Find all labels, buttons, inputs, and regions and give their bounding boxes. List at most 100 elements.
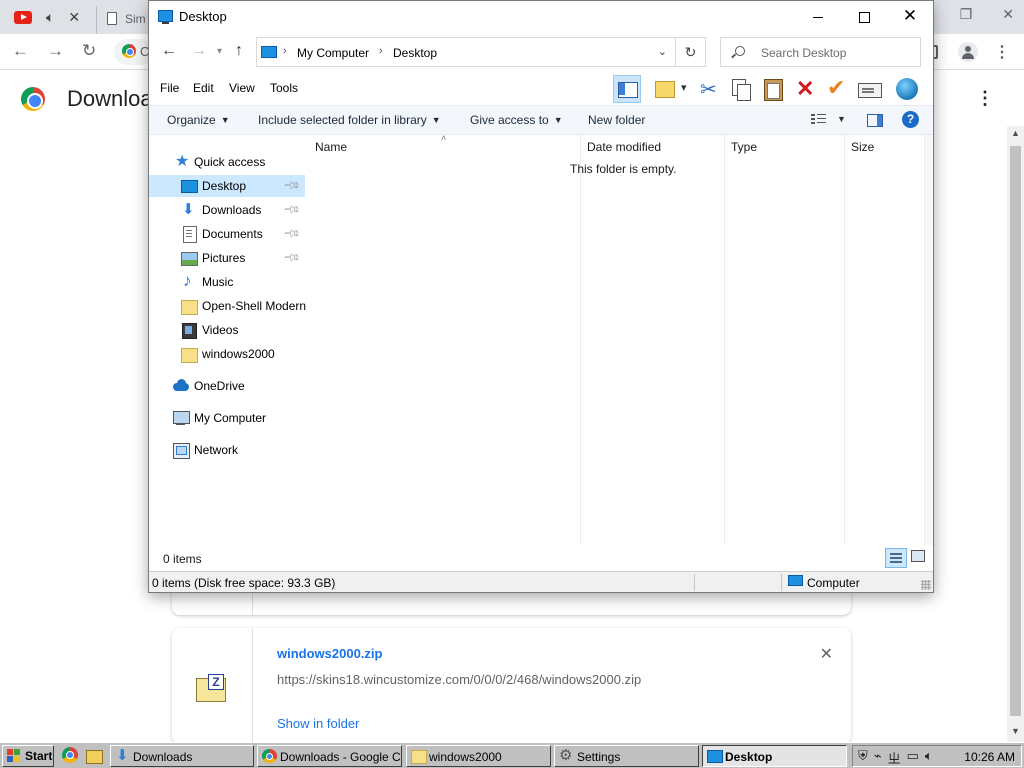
globe-icon[interactable] — [893, 75, 921, 103]
nav-open-shell-modern[interactable]: Open-Shell Modern — [149, 295, 306, 317]
file-list[interactable]: ˄ Name Date modified Type Size This fold… — [309, 133, 925, 545]
clock[interactable]: 10:26 AM — [964, 750, 1015, 764]
view-dropdown-icon[interactable]: ▼ — [837, 114, 846, 124]
menu-edit[interactable]: Edit — [193, 81, 214, 95]
show-in-folder-link[interactable]: Show in folder — [277, 716, 359, 731]
nav-pictures[interactable]: Pictures 📌︎ — [149, 247, 305, 269]
breadcrumb-my-computer[interactable]: My Computer — [297, 46, 369, 60]
nav-onedrive[interactable]: OneDrive — [149, 375, 305, 397]
address-dropdown-icon[interactable]: ⌄ — [658, 45, 667, 58]
menu-file[interactable]: File — [160, 81, 179, 95]
pin-icon[interactable]: 📌︎ — [282, 248, 301, 267]
display-icon[interactable]: ▭ — [907, 748, 919, 767]
change-view-icon[interactable] — [811, 113, 827, 126]
maximize-button[interactable] — [841, 1, 887, 32]
back-icon[interactable]: ← — [161, 42, 177, 60]
breadcrumb-chevron-icon[interactable]: › — [379, 45, 383, 57]
column-name[interactable]: ˄ Name — [309, 133, 581, 545]
start-button[interactable]: Start — [2, 745, 54, 767]
forward-icon[interactable]: → — [47, 41, 64, 61]
task-settings[interactable]: Settings — [554, 745, 699, 767]
quicklaunch-chrome-icon[interactable] — [62, 747, 78, 763]
column-date-modified[interactable]: Date modified — [581, 135, 725, 545]
task-windows2000[interactable]: windows2000 — [406, 745, 551, 767]
new-folder-button[interactable]: New folder — [588, 113, 645, 127]
properties-icon[interactable] — [855, 75, 883, 103]
nav-desktop[interactable]: Desktop 📌︎ — [149, 175, 305, 197]
details-view-icon[interactable] — [885, 548, 907, 568]
profile-avatar-icon[interactable] — [958, 42, 978, 62]
organize-button[interactable]: Organize ▼ — [167, 113, 230, 127]
remove-download-icon[interactable]: ✕ — [820, 644, 833, 664]
tab-close-icon[interactable]: ✕ — [68, 9, 80, 25]
ime-icon[interactable]: ㄓ — [888, 748, 901, 767]
give-access-button[interactable]: Give access to ▼ — [470, 113, 563, 127]
reload-icon[interactable]: ↻ — [82, 41, 96, 61]
search-box[interactable]: Search Desktop — [720, 37, 921, 67]
chrome-tab-2[interactable]: Sim — [96, 6, 156, 34]
volume-icon[interactable]: 🔈︎ — [925, 748, 933, 767]
menu-tools[interactable]: Tools — [270, 81, 298, 95]
column-header-name[interactable]: Name — [315, 140, 347, 154]
navigation-pane-icon[interactable] — [613, 75, 641, 103]
quicklaunch-explorer-icon[interactable] — [86, 747, 103, 764]
page-scrollbar[interactable]: ▲ ▼ — [1007, 126, 1024, 742]
chrome-menu-icon[interactable]: ⋮ — [994, 42, 1010, 62]
paste-icon[interactable] — [759, 75, 787, 103]
pin-icon[interactable]: 📌︎ — [282, 176, 301, 195]
close-button[interactable]: ✕ — [887, 1, 933, 32]
column-size[interactable]: Size — [845, 135, 925, 545]
up-icon[interactable]: ↑ — [235, 42, 243, 60]
resize-grip-icon[interactable] — [921, 580, 931, 590]
delete-icon[interactable] — [791, 75, 819, 103]
task-desktop[interactable]: Desktop — [702, 745, 847, 767]
speaker-icon[interactable]: 🔈︎ — [46, 9, 54, 25]
explorer-titlebar[interactable]: Desktop ✕ — [149, 1, 933, 32]
pin-icon[interactable]: 📌︎ — [282, 224, 301, 243]
network-off-icon[interactable]: ⌁ — [874, 748, 882, 767]
column-header-size[interactable]: Size — [851, 140, 874, 154]
menu-view[interactable]: View — [229, 81, 255, 95]
scroll-down-icon[interactable]: ▼ — [1011, 726, 1020, 736]
nav-downloads[interactable]: Downloads 📌︎ — [149, 199, 305, 221]
refresh-button[interactable]: ↻ — [676, 37, 706, 67]
column-header-date[interactable]: Date modified — [587, 140, 661, 154]
column-type[interactable]: Type — [725, 135, 845, 545]
help-icon[interactable]: ? — [902, 111, 919, 128]
task-downloads[interactable]: Downloads — [110, 745, 254, 767]
shield-icon[interactable]: ⛨ — [858, 748, 868, 767]
nav-music[interactable]: Music — [149, 271, 305, 293]
pin-icon[interactable]: 📌︎ — [282, 200, 301, 219]
back-icon[interactable]: ← — [12, 41, 29, 61]
chrome-tab-1[interactable]: 🔈︎ ✕ — [14, 9, 80, 25]
check-icon[interactable] — [823, 75, 851, 103]
folder-options-icon[interactable] — [651, 75, 691, 103]
breadcrumb-desktop[interactable]: Desktop — [393, 46, 437, 60]
copy-icon[interactable] — [727, 75, 755, 103]
column-header-type[interactable]: Type — [731, 140, 757, 154]
nav-videos[interactable]: Videos — [149, 319, 305, 341]
address-bar[interactable]: › My Computer › Desktop ⌄ — [256, 37, 676, 67]
close-icon[interactable]: ✕ — [1002, 6, 1014, 23]
breadcrumb-chevron-icon[interactable]: › — [283, 45, 287, 57]
include-library-button[interactable]: Include selected folder in library ▼ — [258, 113, 441, 127]
preview-pane-icon[interactable] — [867, 114, 883, 127]
scroll-up-icon[interactable]: ▲ — [1011, 128, 1020, 138]
nav-network[interactable]: Network — [149, 439, 305, 461]
nav-documents[interactable]: Documents 📌︎ — [149, 223, 305, 245]
restore-icon[interactable]: ❐ — [960, 6, 973, 23]
forward-icon[interactable]: → — [191, 42, 207, 60]
minimize-button[interactable] — [795, 1, 841, 32]
download-filename-link[interactable]: windows2000.zip — [277, 646, 382, 661]
task-chrome-downloads[interactable]: Downloads - Google C... — [257, 745, 402, 767]
download-arrow-icon — [115, 746, 130, 764]
page-menu-icon[interactable]: ⋮ — [976, 88, 994, 109]
nav-my-computer[interactable]: My Computer — [149, 407, 305, 429]
nav-windows2000[interactable]: windows2000 — [149, 343, 305, 365]
nav-quick-access[interactable]: Quick access — [149, 151, 305, 173]
file-list-scrollbar[interactable] — [925, 135, 933, 545]
scroll-thumb[interactable] — [1010, 146, 1021, 716]
large-icons-view-icon[interactable] — [911, 550, 925, 562]
recent-locations-icon[interactable]: ▾ — [217, 46, 222, 57]
cut-icon[interactable] — [695, 75, 723, 103]
